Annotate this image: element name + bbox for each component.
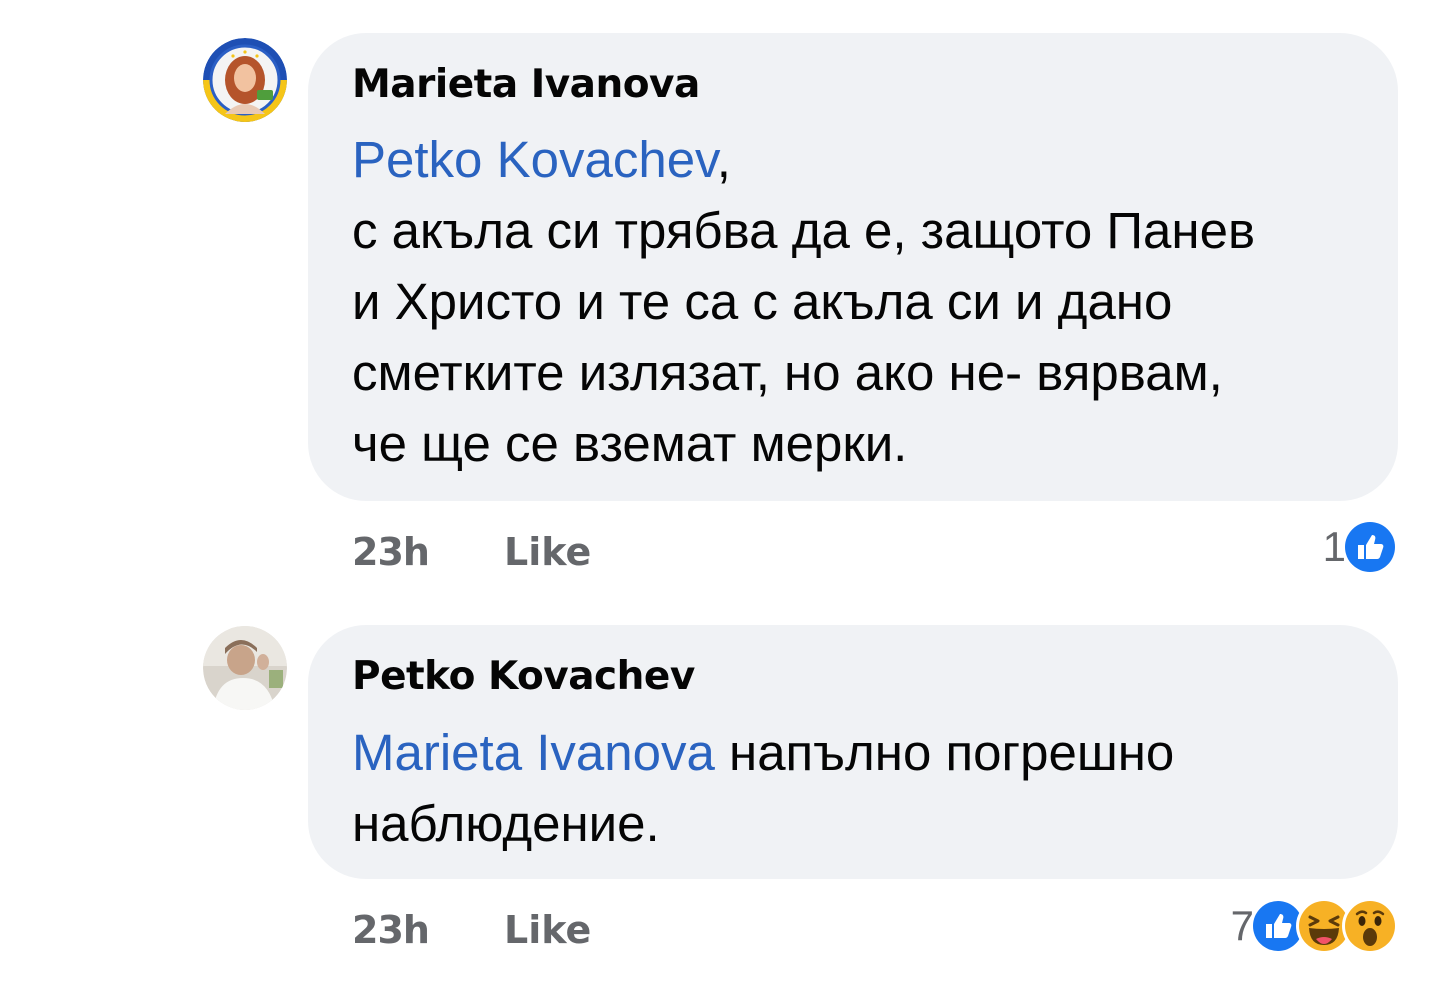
comment-bubble: Petko Kovachev Marieta Ivanova напълно п…	[308, 625, 1398, 879]
mention-link[interactable]: Petko Kovachev	[352, 131, 717, 188]
comment-timestamp[interactable]: 23h	[352, 527, 504, 577]
avatar-man-icon	[203, 626, 287, 710]
comment-author[interactable]: Marieta Ivanova	[352, 61, 1354, 109]
comment-text: Petko Kovachev, с акъла си трябва да е, …	[352, 124, 1354, 479]
comment-inline-text: напълно погрешно	[714, 724, 1175, 781]
comment-line: сметките излязат, но ако не- вярвам,	[352, 344, 1223, 401]
comment-mention-line: Marieta Ivanova напълно погрешно	[352, 717, 1354, 788]
avatar[interactable]	[203, 626, 287, 710]
comment-bubble: Marieta Ivanova Petko Kovachev, с акъла …	[308, 33, 1398, 501]
comment-author[interactable]: Petko Kovachev	[352, 653, 1354, 701]
wow-icon	[1342, 898, 1398, 954]
comment-actions: 23h Like	[352, 527, 591, 577]
comment-line: наблюдение.	[352, 795, 660, 852]
comment-line: и Христо и те са с акъла си и дано	[352, 273, 1173, 330]
comment-timestamp[interactable]: 23h	[352, 905, 504, 955]
comment-text: Marieta Ivanova напълно погрешно наблюде…	[352, 717, 1354, 859]
reaction-summary[interactable]: 1	[1323, 517, 1398, 577]
avatar-woman-icon	[203, 38, 287, 122]
avatar[interactable]	[203, 38, 287, 122]
reaction-summary[interactable]: 7	[1231, 896, 1398, 956]
like-button[interactable]: Like	[504, 527, 591, 577]
mention-link[interactable]: Marieta Ivanova	[352, 724, 715, 781]
comment-line: с акъла си трябва да е, защото Панев	[352, 202, 1256, 259]
comment-mention-line: Petko Kovachev,	[352, 124, 1354, 195]
like-icon	[1342, 519, 1398, 575]
comment-line: че ще се вземат мерки.	[352, 415, 908, 472]
comment-actions: 23h Like	[352, 905, 591, 955]
mention-suffix: ,	[716, 131, 731, 188]
like-button[interactable]: Like	[504, 905, 591, 955]
